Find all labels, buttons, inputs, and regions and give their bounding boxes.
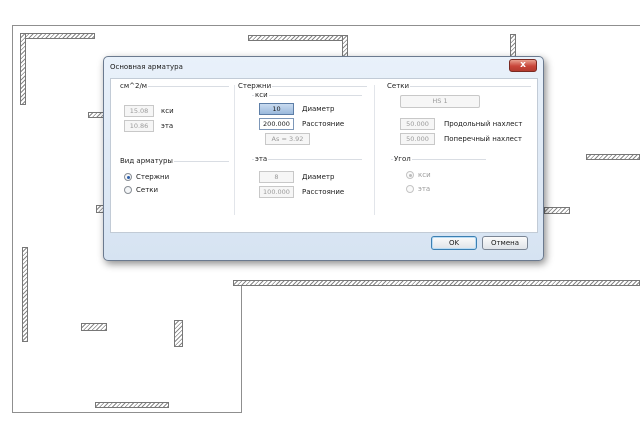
rebar-type-group-label: Вид арматуры [119,157,174,165]
bars-xi-spacing-label: Расстояние [302,120,345,128]
transverse-overlap-field[interactable]: 50.000 [400,133,435,145]
hatched-wall [586,154,640,160]
hatched-wall [510,34,516,58]
hatched-wall [95,402,169,408]
hatched-wall [20,33,95,39]
bars-xi-group-label: кси [254,91,269,99]
rebar-type-bars-radio[interactable] [124,173,132,181]
bars-eta-spacing-field[interactable]: 100.000 [259,186,294,198]
column-divider [374,85,375,215]
dialog-titlebar[interactable]: Основная арматура x [104,57,543,78]
bars-eta-diameter-label: Диаметр [302,173,335,181]
group-separator [252,159,362,160]
hatched-wall [174,320,183,347]
dialog-title: Основная арматура [110,63,183,71]
ok-button[interactable]: OK [431,236,477,250]
longitudinal-overlap-label: Продольный нахлест [444,120,523,128]
hatched-wall [81,323,107,331]
angle-xi-radio[interactable] [406,171,414,179]
hatched-wall [22,247,28,342]
angle-eta-radio[interactable] [406,185,414,193]
bars-xi-diameter-field[interactable]: 10 [259,103,294,115]
transverse-overlap-label: Поперечный нахлест [444,135,522,143]
close-button[interactable]: x [509,59,537,72]
area-group-label: см^2/м [119,82,149,90]
area-eta-label: эта [161,122,174,130]
meshes-group-label: Сетки [386,82,411,90]
bars-as-field[interactable]: As = 3.92 [265,133,310,145]
hatched-wall [544,207,570,214]
bars-eta-diameter-field[interactable]: 8 [259,171,294,183]
column-divider [234,85,235,215]
bars-xi-diameter-label: Диаметр [302,105,335,113]
hatched-wall [233,280,640,286]
main-reinforcement-dialog: Основная арматура x см^2/м 15.08 кси 10.… [103,56,544,261]
drawing-line-left [12,25,13,413]
drawing-canvas[interactable]: Основная арматура x см^2/м 15.08 кси 10.… [0,0,640,429]
drawing-line-bottom [12,412,242,413]
longitudinal-overlap-field[interactable]: 50.000 [400,118,435,130]
drawing-line-top [12,25,640,26]
close-icon: x [520,60,526,70]
angle-xi-label[interactable]: кси [418,171,431,179]
area-xi-label: кси [161,107,174,115]
rebar-type-meshes-label[interactable]: Сетки [136,186,158,194]
angle-eta-label[interactable]: эта [418,185,430,193]
dialog-content: см^2/м 15.08 кси 10.86 эта Вид арматуры … [110,78,538,233]
area-xi-field[interactable]: 15.08 [124,105,154,117]
bars-eta-spacing-label: Расстояние [302,188,345,196]
hatched-wall [20,33,26,105]
rebar-type-bars-label[interactable]: Стержни [136,173,169,181]
hatched-wall [248,35,348,41]
mesh-type-select[interactable]: HS 1 [400,95,480,108]
dialog-button-bar: OK Отмена [110,233,538,255]
area-eta-field[interactable]: 10.86 [124,120,154,132]
rebar-type-meshes-radio[interactable] [124,186,132,194]
hatched-wall [88,112,104,118]
angle-group-label: Угол [393,155,412,163]
bars-eta-group-label: эта [254,155,269,163]
bars-xi-spacing-field[interactable]: 200.000 [259,118,294,130]
bars-group-label: Стержни [237,82,273,90]
cancel-button[interactable]: Отмена [482,236,528,250]
drawing-line-inner-vertical [241,286,242,413]
